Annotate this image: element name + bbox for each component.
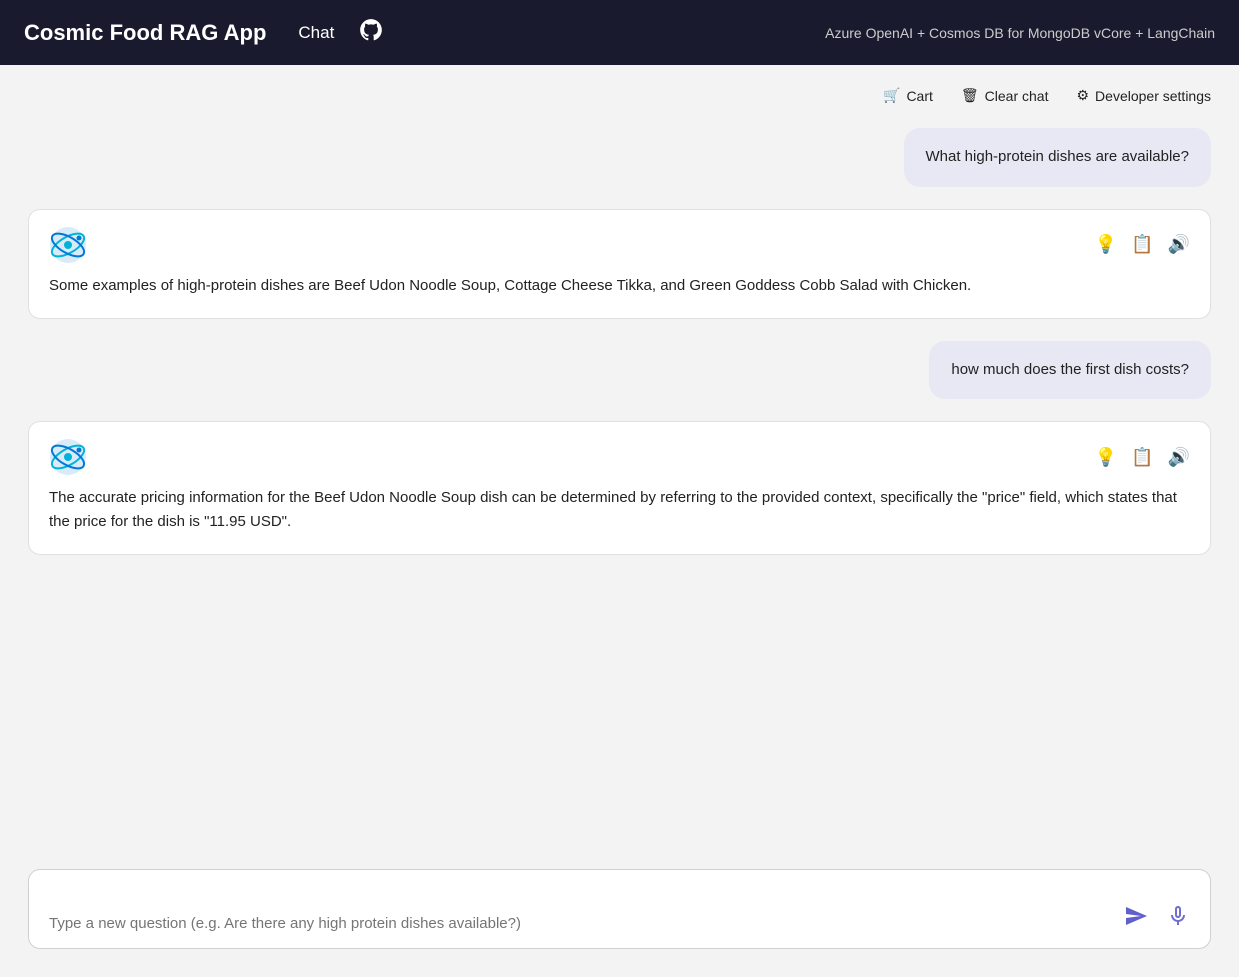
app-header: Cosmic Food RAG App Chat Azure OpenAI + … (0, 0, 1239, 65)
clipboard-icon[interactable]: 📋 (1131, 234, 1153, 255)
user-message-text: What high-protein dishes are available? (926, 148, 1190, 165)
user-message-row: how much does the first dish costs? (28, 341, 1211, 400)
clear-chat-button[interactable]: 🗑 Clear chat (961, 83, 1049, 108)
cart-button[interactable]: 🛒 Cart (883, 83, 933, 108)
trash-icon: 🗑 (961, 87, 979, 104)
send-button[interactable] (1120, 900, 1152, 932)
ai-avatar (49, 226, 87, 264)
developer-settings-label: Developer settings (1095, 88, 1211, 104)
github-icon[interactable] (358, 17, 384, 49)
cart-label: Cart (906, 88, 932, 104)
microphone-button[interactable] (1162, 900, 1194, 932)
clear-chat-label: Clear chat (985, 88, 1049, 104)
ai-message-text: Some examples of high-protein dishes are… (49, 274, 1190, 298)
app-title: Cosmic Food RAG App (24, 20, 266, 46)
gear-icon: ⚙ (1076, 87, 1089, 104)
ai-message-card: 💡 📋 🔊 Some examples of high-protein dish… (28, 209, 1211, 319)
ai-card-header: 💡 📋 🔊 (49, 438, 1190, 476)
toolbar: 🛒 Cart 🗑 Clear chat ⚙ Developer settings (0, 65, 1239, 118)
speaker-icon[interactable]: 🔊 (1168, 447, 1190, 468)
user-message-text: how much does the first dish costs? (951, 361, 1189, 378)
ai-message-card: 💡 📋 🔊 The accurate pricing information f… (28, 421, 1211, 555)
ai-card-actions: 💡 📋 🔊 (1095, 447, 1190, 468)
tech-stack-label: Azure OpenAI + Cosmos DB for MongoDB vCo… (825, 25, 1215, 41)
chat-area: What high-protein dishes are available? … (0, 118, 1239, 869)
chat-input-area (28, 869, 1211, 949)
user-message-row: What high-protein dishes are available? (28, 128, 1211, 187)
chat-label: Chat (298, 23, 334, 43)
ai-message-text: The accurate pricing information for the… (49, 486, 1190, 534)
ai-card-header: 💡 📋 🔊 (49, 226, 1190, 264)
ai-card-actions: 💡 📋 🔊 (1095, 234, 1190, 255)
chat-input[interactable] (49, 915, 1110, 932)
lightbulb-icon[interactable]: 💡 (1095, 447, 1117, 468)
clipboard-icon[interactable]: 📋 (1131, 447, 1153, 468)
lightbulb-icon[interactable]: 💡 (1095, 234, 1117, 255)
user-bubble: how much does the first dish costs? (929, 341, 1211, 400)
cart-icon: 🛒 (883, 87, 900, 104)
ai-avatar (49, 438, 87, 476)
speaker-icon[interactable]: 🔊 (1168, 234, 1190, 255)
developer-settings-button[interactable]: ⚙ Developer settings (1076, 83, 1211, 108)
user-bubble: What high-protein dishes are available? (904, 128, 1212, 187)
